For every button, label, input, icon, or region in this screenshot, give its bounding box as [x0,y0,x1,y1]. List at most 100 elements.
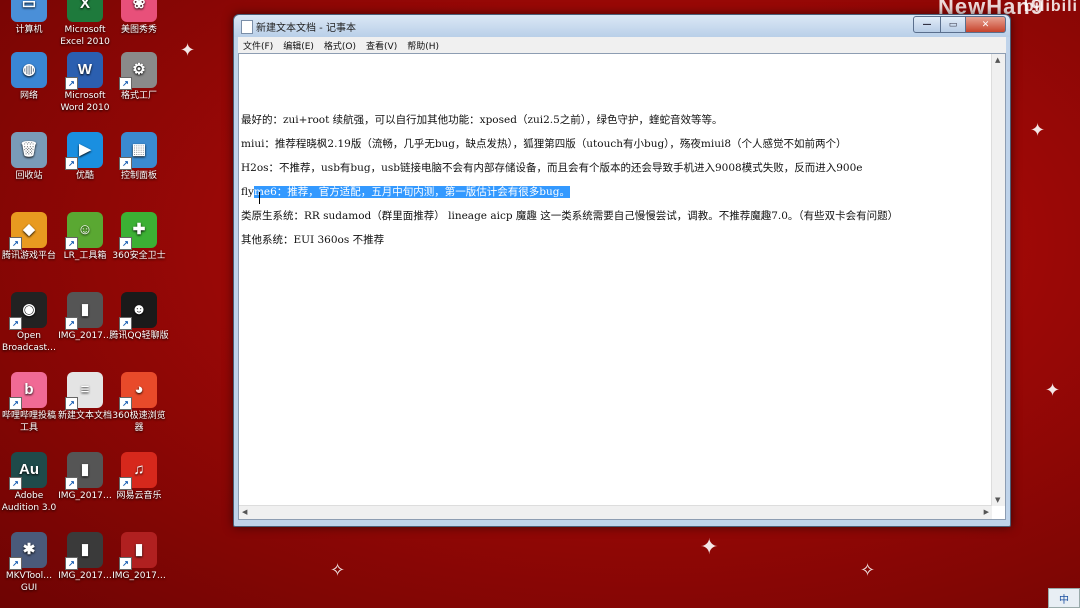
app-icon: ≡ ↗ [65,372,103,410]
title-bar[interactable]: 新建文本文档 - 记事本 — ▭ ✕ [234,15,1010,37]
text-line: H2os：不推荐，usb有bug，usb链接电脑不会有内部存储设备，而且会有个版… [241,162,863,174]
scroll-down-icon[interactable]: ▼ [995,496,1000,504]
desktop-icon[interactable]: X Microsoft Excel 2010 [54,0,116,48]
desktop-icon[interactable]: ◍ 网络 [0,52,60,102]
app-icon: Au ↗ [9,452,47,490]
sparkle-decoration: ✦ [180,40,196,61]
app-icon: ◉ ↗ [9,292,47,330]
desktop-icon[interactable]: 🗑 回收站 [0,132,60,182]
desktop-icon[interactable]: ▮ ↗ IMG_2017… [108,532,170,582]
sparkle-decoration: ✦ [1045,380,1061,401]
shortcut-arrow-icon: ↗ [9,557,22,570]
app-icon: ⚙ ↗ [119,52,157,90]
text-line: 其他系统：EUI 360os 不推荐 [241,234,385,246]
app-icon: X [67,0,103,22]
shortcut-arrow-icon: ↗ [65,397,78,410]
desktop-icon[interactable]: ▭ 计算机 [0,0,60,36]
minimize-button[interactable]: — [913,16,941,33]
desktop-icon[interactable]: ▮ ↗ IMG_2017… [54,452,116,502]
window-title: 新建文本文档 - 记事本 [256,23,356,34]
app-icon: ◍ [11,52,47,88]
desktop-icon[interactable]: ♫ ↗ 网易云音乐 [108,452,170,502]
desktop-icon[interactable]: ☺ ↗ LR_工具箱 [54,212,116,262]
app-icon: ▮ ↗ [65,532,103,570]
app-icon: ▮ ↗ [119,532,157,570]
desktop-icon[interactable]: ◉ ↗ Open Broadcast… [0,292,60,354]
app-icon: ▮ ↗ [65,452,103,490]
shortcut-arrow-icon: ↗ [9,237,22,250]
desktop-icon[interactable]: ✚ ↗ 360安全卫士 [108,212,170,262]
scroll-up-icon[interactable]: ▲ [995,56,1000,64]
desktop-icon[interactable]: ◕ ↗ 360极速浏览器 [108,372,170,434]
scroll-left-icon[interactable]: ◀ [242,508,247,516]
shortcut-arrow-icon: ↗ [65,477,78,490]
menu-view[interactable]: 查看(V) [361,39,402,52]
desktop-icon[interactable]: ▶ ↗ 优酷 [54,132,116,182]
shortcut-arrow-icon: ↗ [119,317,132,330]
sparkle-decoration: ✧ [860,560,876,581]
desktop-icon-label: IMG_2017… [112,571,166,581]
desktop-icon-label: 360极速浏览器 [112,411,166,433]
close-button[interactable]: ✕ [965,16,1006,33]
desktop-icon-label: MKVTool… GUI [5,571,53,593]
sparkle-decoration: ✧ [330,560,346,581]
sparkle-decoration: ✦ [700,535,719,560]
desktop-icon-label: 360安全卫士 [112,251,166,261]
app-icon: ◕ ↗ [119,372,157,410]
shortcut-arrow-icon: ↗ [65,237,78,250]
text-line: 最好的：zui+root 续航强，可以自行加其他功能：xposed（zui2.5… [241,114,723,126]
desktop-icon-label: 优酷 [75,171,94,181]
app-icon: ♫ ↗ [119,452,157,490]
desktop-icon[interactable]: ⚙ ↗ 格式工厂 [108,52,170,102]
desktop-icon-label: Microsoft Word 2010 [60,91,110,113]
desktop-icon[interactable]: ☻ ↗ 腾讯QQ轻聊版 [108,292,170,342]
menu-edit[interactable]: 编辑(E) [278,39,319,52]
app-icon: ✱ ↗ [9,532,47,570]
shortcut-arrow-icon: ↗ [9,317,22,330]
app-icon: ✚ ↗ [119,212,157,250]
shortcut-arrow-icon: ↗ [9,397,22,410]
language-indicator[interactable]: 中 [1048,588,1080,608]
desktop-icon[interactable]: ▮ ↗ IMG_2017… [54,532,116,582]
app-icon: ☻ ↗ [119,292,157,330]
menu-help[interactable]: 帮助(H) [402,39,444,52]
notepad-window[interactable]: 新建文本文档 - 记事本 — ▭ ✕ 文件(F) 编辑(E) 格式(O) 查看(… [233,14,1011,527]
desktop-icon[interactable]: ❀ 美图秀秀 [108,0,170,36]
desktop-icon[interactable]: ▮ ↗ IMG_2017… [54,292,116,342]
desktop-icon-label: IMG_2017… [58,331,112,341]
scroll-right-icon[interactable]: ▶ [984,508,989,516]
desktop-icon[interactable]: ▦ ↗ 控制面板 [108,132,170,182]
desktop-icon-label: LR_工具箱 [63,251,107,261]
desktop-icon[interactable]: W ↗ Microsoft Word 2010 [54,52,116,114]
app-icon: ▦ ↗ [119,132,157,170]
menu-file[interactable]: 文件(F) [238,39,278,52]
text-editor[interactable]: 最好的：zui+root 续航强，可以自行加其他功能：xposed（zui2.5… [238,53,1006,520]
shortcut-arrow-icon: ↗ [119,157,132,170]
shortcut-arrow-icon: ↗ [119,557,132,570]
app-icon: 🗑 [11,132,47,168]
shortcut-arrow-icon: ↗ [119,77,132,90]
vertical-scrollbar[interactable]: ▲ ▼ [991,54,1005,506]
menu-bar: 文件(F) 编辑(E) 格式(O) 查看(V) 帮助(H) [238,37,1006,53]
desktop-icon[interactable]: b ↗ 哔哩哔哩投稿工具 [0,372,60,434]
app-icon: b ↗ [9,372,47,410]
text-line-with-selection: flyme6：推荐，官方适配，五月中旬内测，第一版估计会有很多bug。 [241,180,989,204]
desktop-icon[interactable]: ◆ ↗ 腾讯游戏平台 [0,212,60,262]
desktop-icon-label: 控制面板 [120,171,157,181]
horizontal-scrollbar[interactable]: ◀ ▶ [239,505,992,519]
desktop-icon[interactable]: ≡ ↗ 新建文本文档 [54,372,116,422]
desktop-icon-label: 新建文本文档 [57,411,112,421]
app-icon: W ↗ [65,52,103,90]
app-icon: ▮ ↗ [65,292,103,330]
app-icon: ◆ ↗ [9,212,47,250]
desktop-icon-label: 哔哩哔哩投稿工具 [1,411,56,433]
desktop-icon[interactable]: ✱ ↗ MKVTool… GUI [0,532,60,594]
desktop-icon-label: 格式工厂 [120,91,157,101]
desktop-icon[interactable]: Au ↗ Adobe Audition 3.0 [0,452,60,514]
desktop-icon-label: 美图秀秀 [120,25,157,35]
text-line: miui：推荐程晓枫2.19版（流畅，几乎无bug，缺点发热），狐狸第四版（ut… [241,138,847,150]
text-content[interactable]: 最好的：zui+root 续航强，可以自行加其他功能：xposed（zui2.5… [241,108,989,252]
menu-format[interactable]: 格式(O) [319,39,361,52]
maximize-button[interactable]: ▭ [940,16,966,33]
shortcut-arrow-icon: ↗ [119,477,132,490]
